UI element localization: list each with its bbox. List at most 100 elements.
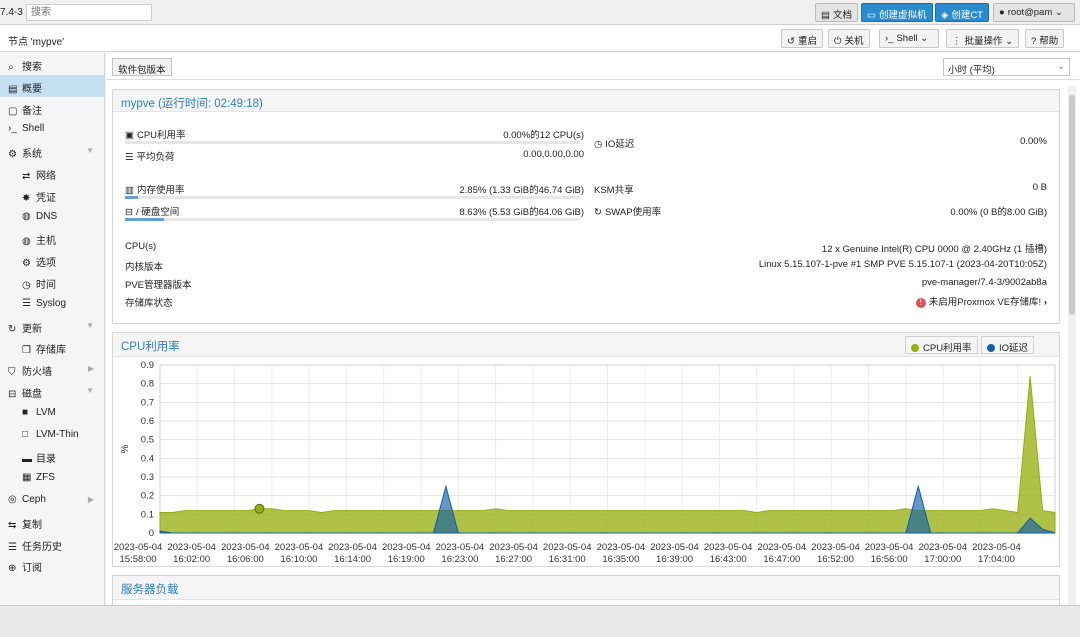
memory-usage-fill: [125, 196, 138, 199]
swap-usage-value: 0.00% (0 B的8.00 GiB): [950, 207, 1047, 218]
disk-space-value: 8.63% (5.53 GiB的64.06 GiB): [459, 207, 584, 218]
sidebar-item-system[interactable]: ⚙ 系统 ▼: [0, 140, 104, 162]
refresh-icon: ↻: [8, 323, 17, 335]
sidebar-item-zfs[interactable]: ▦ ZFS: [0, 467, 104, 489]
sidebar-item-directory[interactable]: ▬ 目录: [0, 445, 104, 467]
create-vm-button[interactable]: ▭ 创建虚拟机: [861, 3, 933, 22]
shell-button[interactable]: ›_ Shell ⌄: [879, 29, 939, 48]
sidebar-item-subscription[interactable]: ⊕ 订阅: [0, 554, 104, 576]
timeframe-select[interactable]: 小时 (平均) ⌄: [943, 58, 1070, 76]
reboot-button[interactable]: ↺ 重启: [781, 29, 823, 48]
y-axis-label: %: [120, 444, 131, 453]
create-ct-button[interactable]: ◈ 创建CT: [935, 3, 989, 22]
chevron-down-icon: ⌄: [1057, 61, 1065, 72]
sidebar-item-disks[interactable]: ⊟ 磁盘 ▼: [0, 380, 104, 402]
swap-usage-label: ↻ SWAP使用率: [594, 207, 662, 218]
status-panel: mypve (运行时间: 02:49:18) ▣ CPU利用率 0.00%的12 …: [112, 89, 1060, 324]
x-tick-time: 16:43:00: [710, 554, 747, 565]
shield-icon: ⛉: [8, 367, 16, 379]
note-icon: ▢: [8, 105, 18, 117]
y-tick-label: 0.6: [141, 416, 154, 427]
sidebar-item-time[interactable]: ◷ 时间: [0, 271, 104, 293]
repository-status-value[interactable]: ! 未启用Proxmox VE存储库! ›: [915, 294, 1047, 308]
io-delay-value: 0.00%: [1020, 136, 1047, 147]
sidebar-item-replication[interactable]: ⇆ 复制: [0, 511, 104, 533]
main-content: 软件包版本 小时 (平均) ⌄ mypve (运行时间: 02:49:18) ▣ C…: [106, 53, 1080, 615]
x-tick-time: 16:19:00: [388, 554, 425, 565]
x-tick-time: 16:10:00: [280, 554, 317, 565]
legend-io-delay[interactable]: IO延迟: [981, 336, 1035, 354]
x-tick-date: 2023-05-04: [650, 542, 699, 553]
monitor-icon: ▭: [867, 10, 876, 21]
x-tick-time: 16:39:00: [656, 554, 693, 565]
chevron-down-icon: ⌄: [1005, 36, 1014, 47]
warning-icon: !: [915, 298, 926, 308]
io-delay-label: ◷ IO延迟: [594, 139, 635, 150]
load-average-value: 0.00,0.00,0.00: [523, 149, 584, 160]
sidebar-item-certificates[interactable]: ✸ 凭证: [0, 184, 104, 206]
ceph-icon: ◎: [8, 493, 17, 505]
pve-manager-version-value: pve-manager/7.4-3/9002ab8a: [921, 277, 1047, 288]
globe-icon: ◍: [22, 236, 31, 248]
x-tick-time: 16:52:00: [817, 554, 854, 565]
sidebar-item-syslog[interactable]: ☰ Syslog: [0, 293, 104, 315]
shutdown-button[interactable]: ⏻ 关机: [828, 29, 870, 48]
sidebar-item-summary[interactable]: ▤ 概要: [0, 74, 104, 97]
top-bar: 7.4-3 ▤文档 ▭创建虚拟机 ◈创建CT ●root@pam ⌄: [0, 0, 1080, 25]
x-tick-date: 2023-05-04: [811, 542, 860, 553]
version-label: 7.4-3: [0, 7, 23, 18]
sidebar-item-dns[interactable]: ◍ DNS: [0, 206, 104, 228]
bulk-actions-button[interactable]: ⋮ 批量操作 ⌄: [946, 29, 1019, 48]
cpus-label: CPU(s): [125, 241, 157, 252]
sidebar-item-ceph[interactable]: ◎ Ceph ▶: [0, 489, 104, 511]
cpu-usage-bar: [125, 141, 580, 144]
y-tick-label: 0.9: [141, 360, 154, 371]
sidebar-item-lvm-thin[interactable]: □ LVM-Thin: [0, 424, 104, 446]
chevron-down-icon: ⌄: [1054, 7, 1063, 18]
book-icon: ▤: [8, 83, 18, 95]
legend-cpu-usage[interactable]: CPU利用率: [905, 336, 978, 354]
user-menu-button[interactable]: ● root@pam ⌄: [993, 3, 1075, 22]
x-tick-time: 16:23:00: [441, 554, 478, 565]
legend-cpu-dot: [911, 344, 919, 352]
help-button[interactable]: ? 帮助: [1025, 29, 1065, 48]
status-panel-header: mypve (运行时间: 02:49:18): [113, 90, 1059, 112]
cogs-icon: ⚙: [8, 149, 17, 161]
sidebar-item-task-history[interactable]: ☰ 任务历史: [0, 533, 104, 555]
sidebar-item-repositories[interactable]: ❐ 存储库: [0, 336, 104, 358]
cpu-icon: ▣: [125, 130, 134, 141]
server-load-panel-header: 服务器负载: [113, 576, 1059, 600]
sidebar-item-firewall[interactable]: ⛉ 防火墙 ▶: [0, 358, 104, 380]
node-nav-sidebar: ⌕ 搜索 ▤ 概要 ▢ 备注 ›_ Shell ⚙ 系统 ▼ ⇄ 网络 ✸ 凭证 ◍ DNS ◍ 主…: [0, 53, 105, 605]
sidebar-item-updates[interactable]: ↻ 更新 ▼: [0, 315, 104, 337]
x-tick-time: 16:31:00: [549, 554, 586, 565]
docs-button[interactable]: ▤ 文档: [815, 3, 858, 22]
global-search-input[interactable]: [26, 4, 152, 21]
x-tick-date: 2023-05-04: [436, 542, 485, 553]
list-icon: ☰: [22, 297, 31, 309]
chevron-down-icon: ▼: [86, 385, 94, 395]
list-icon: ⋮: [952, 36, 962, 47]
sidebar-item-notes[interactable]: ▢ 备注: [0, 97, 104, 119]
tasks-icon: ☰: [125, 152, 134, 163]
main-scrollbar-thumb[interactable]: [1069, 95, 1075, 315]
node-title: 节点 'mypve': [8, 37, 65, 48]
cpu-usage-value: 0.00%的12 CPU(s): [503, 130, 584, 141]
sidebar-item-search[interactable]: ⌕ 搜索: [0, 53, 104, 75]
refresh-icon: ↻: [594, 207, 602, 218]
x-tick-time: 16:14:00: [334, 554, 371, 565]
node-header: 节点 'mypve' ↺ 重启 ⏻ 关机 ›_ Shell ⌄ ⋮ 批量操作 ⌄ ? 帮助: [0, 25, 1080, 52]
sidebar-item-shell[interactable]: ›_ Shell: [0, 118, 104, 140]
sidebar-item-options[interactable]: ⚙ 选项: [0, 249, 104, 271]
chevron-right-icon: ▶: [87, 494, 94, 504]
square-icon: ■: [22, 406, 29, 418]
sidebar-item-lvm[interactable]: ■ LVM: [0, 402, 104, 424]
x-tick-date: 2023-05-04: [221, 542, 270, 553]
x-tick-time: 17:00:00: [924, 554, 961, 565]
x-tick-time: 16:06:00: [227, 554, 264, 565]
sidebar-item-hosts[interactable]: ◍ 主机: [0, 227, 104, 249]
package-versions-button[interactable]: 软件包版本: [112, 58, 172, 76]
sidebar-item-network[interactable]: ⇄ 网络: [0, 162, 104, 184]
x-tick-time: 16:56:00: [871, 554, 908, 565]
exchange-icon: ⇄: [22, 170, 31, 182]
